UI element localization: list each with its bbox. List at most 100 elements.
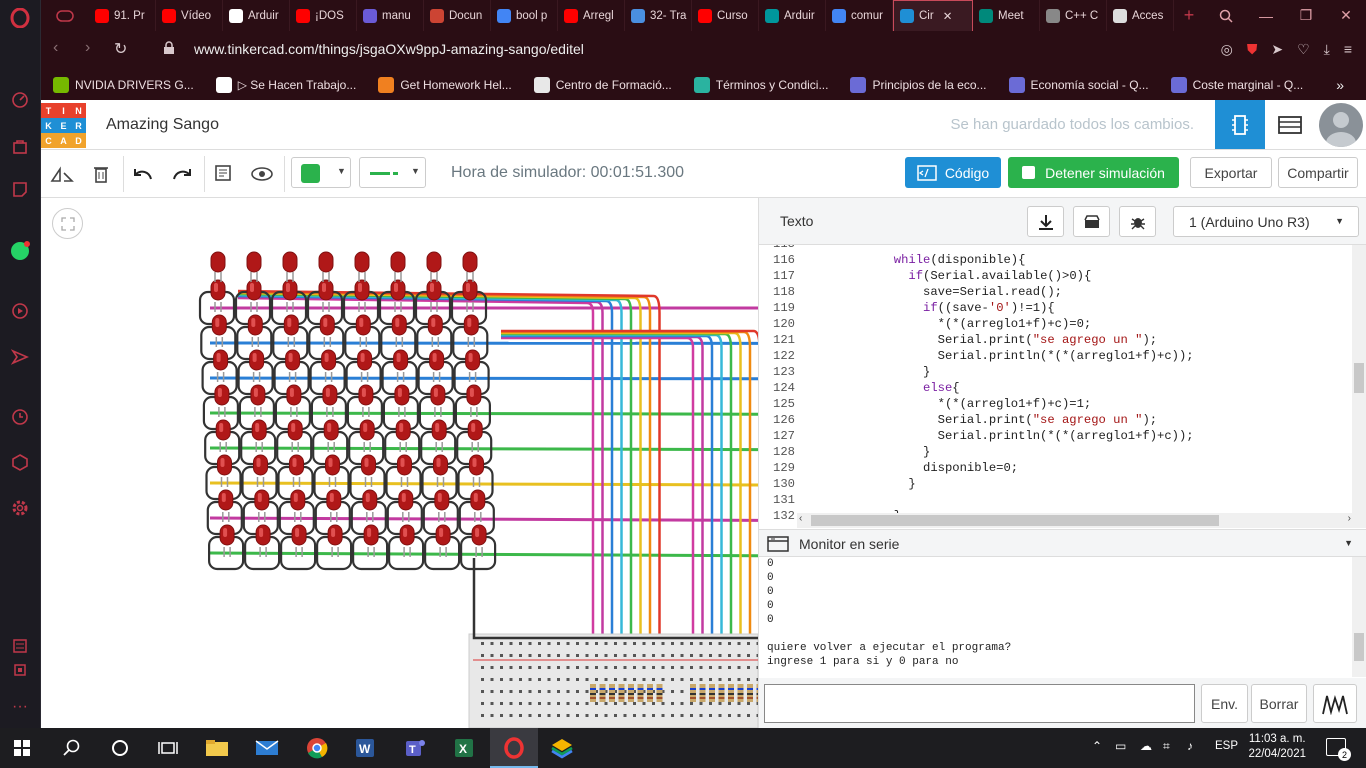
breadboard-hole[interactable] (680, 690, 684, 693)
breadboard-hole[interactable] (642, 702, 646, 705)
led-highlight[interactable] (435, 423, 440, 432)
breadboard-hole[interactable] (671, 690, 674, 693)
code-line[interactable]: } (806, 365, 930, 379)
player-icon[interactable] (8, 299, 32, 323)
code-line[interactable]: *(*(arreglo1+f)+c)=1; (806, 397, 1092, 411)
task-view-icon[interactable] (156, 736, 180, 760)
bookmark-heart-icon[interactable]: ♡ (1297, 41, 1310, 58)
led-highlight[interactable] (256, 458, 261, 467)
breadboard-hole[interactable] (642, 654, 646, 657)
breadboard-hole[interactable] (709, 714, 712, 717)
breadboard-hole[interactable] (633, 642, 636, 645)
resistor-band[interactable] (637, 693, 644, 695)
avatar[interactable] (1319, 103, 1363, 147)
breadboard-hole[interactable] (481, 714, 484, 717)
breadboard-hole[interactable] (709, 702, 712, 705)
led-highlight[interactable] (394, 283, 398, 292)
breadboard-hole[interactable] (538, 666, 541, 669)
breadboard-hole[interactable] (547, 702, 551, 705)
breadboard-hole[interactable] (576, 678, 579, 681)
resistor-band[interactable] (609, 697, 615, 699)
tray-expand-icon[interactable]: ⌃ (1092, 739, 1102, 753)
adblock-icon[interactable]: ⛊ (1247, 41, 1258, 58)
breadboard-hole[interactable] (661, 714, 665, 717)
led-highlight[interactable] (471, 423, 476, 432)
bookmark-item[interactable]: NVIDIA DRIVERS G... (53, 76, 194, 93)
led-highlight[interactable] (395, 318, 400, 327)
row-wire[interactable] (209, 551, 758, 558)
browser-tab[interactable]: Cir ✕ (893, 0, 973, 31)
bookmark-item[interactable]: Términos y Condici... (693, 76, 828, 93)
breadboard-hole[interactable] (699, 714, 703, 717)
resistor-band[interactable] (699, 697, 706, 699)
breadboard-hole[interactable] (718, 702, 722, 705)
led-highlight[interactable] (324, 353, 329, 362)
led-highlight[interactable] (430, 283, 434, 292)
breadboard-hole[interactable] (490, 690, 494, 693)
breadboard-hole[interactable] (737, 678, 741, 681)
browser-tab[interactable]: Docun (424, 0, 491, 31)
serial-scrollbar[interactable] (1352, 557, 1366, 677)
breadboard-hole[interactable] (680, 714, 684, 717)
breadboard-hole[interactable] (728, 714, 731, 717)
resistor-band[interactable] (599, 697, 606, 699)
breadboard-hole[interactable] (566, 690, 570, 693)
breadboard-hole[interactable] (500, 642, 503, 645)
resistor-band[interactable] (690, 688, 696, 690)
code-line[interactable]: *(*(arreglo1+f)+c)=0; (806, 317, 1092, 331)
breadboard-hole[interactable] (671, 702, 674, 705)
led-highlight[interactable] (365, 493, 370, 502)
breadboard-hole[interactable] (728, 678, 731, 681)
resistor-band[interactable] (609, 693, 615, 695)
resistor-band[interactable] (628, 697, 634, 699)
more-icon[interactable]: ··· (8, 695, 32, 719)
led-highlight[interactable] (399, 423, 404, 432)
whatsapp-icon[interactable] (8, 239, 32, 263)
resistor-band[interactable] (599, 693, 606, 695)
led-highlight[interactable] (288, 353, 293, 362)
circuit-canvas[interactable] (41, 198, 758, 728)
chevron-down-icon[interactable]: ▼ (1344, 538, 1353, 548)
breadboard-hole[interactable] (490, 654, 494, 657)
breadboard-hole[interactable] (557, 654, 560, 657)
resistor-band[interactable] (618, 688, 625, 690)
breadboard-hole[interactable] (671, 678, 674, 681)
breadboard-hole[interactable] (661, 678, 665, 681)
breadboard-hole[interactable] (509, 666, 513, 669)
resistor-band[interactable] (728, 693, 734, 695)
breadboard-hole[interactable] (604, 714, 608, 717)
code-line[interactable]: Serial.print("se agrego un "); (806, 333, 1157, 347)
code-line[interactable]: } (806, 477, 915, 491)
bookmark-item[interactable]: ▷ Se Hacen Trabajo... (215, 76, 356, 93)
circuit-view-button[interactable] (1215, 100, 1265, 149)
breadboard-hole[interactable] (728, 702, 731, 705)
breadboard-hole[interactable] (642, 642, 646, 645)
search-icon[interactable] (60, 736, 84, 760)
led-highlight[interactable] (475, 528, 480, 537)
breadboard-hole[interactable] (718, 642, 722, 645)
breadboard-hole[interactable] (699, 666, 703, 669)
resistor-band[interactable] (747, 693, 753, 695)
breadboard-hole[interactable] (661, 666, 665, 669)
opera-taskbar-button[interactable] (490, 728, 538, 768)
led-highlight[interactable] (331, 528, 336, 537)
resistor-band[interactable] (690, 697, 696, 699)
browser-tab[interactable]: manu (357, 0, 424, 31)
network-icon[interactable]: ⌗ (1163, 739, 1170, 754)
board-select[interactable]: 1 (Arduino Uno R3) ▼ (1173, 206, 1359, 237)
led-highlight[interactable] (214, 283, 218, 292)
forward-icon[interactable]: › (85, 39, 90, 57)
chrome-icon[interactable] (305, 736, 329, 760)
led-highlight[interactable] (400, 458, 405, 467)
led-highlight[interactable] (358, 283, 362, 292)
resistor-band[interactable] (690, 693, 696, 695)
breadboard-hole[interactable] (595, 666, 598, 669)
breadboard-hole[interactable] (566, 678, 570, 681)
breadboard-hole[interactable] (728, 666, 731, 669)
breadboard-hole[interactable] (500, 654, 503, 657)
led[interactable] (246, 251, 262, 273)
breadboard-hole[interactable] (614, 678, 617, 681)
visibility-icon[interactable] (249, 162, 275, 186)
led-highlight[interactable] (291, 423, 296, 432)
row-wire[interactable] (209, 481, 758, 487)
